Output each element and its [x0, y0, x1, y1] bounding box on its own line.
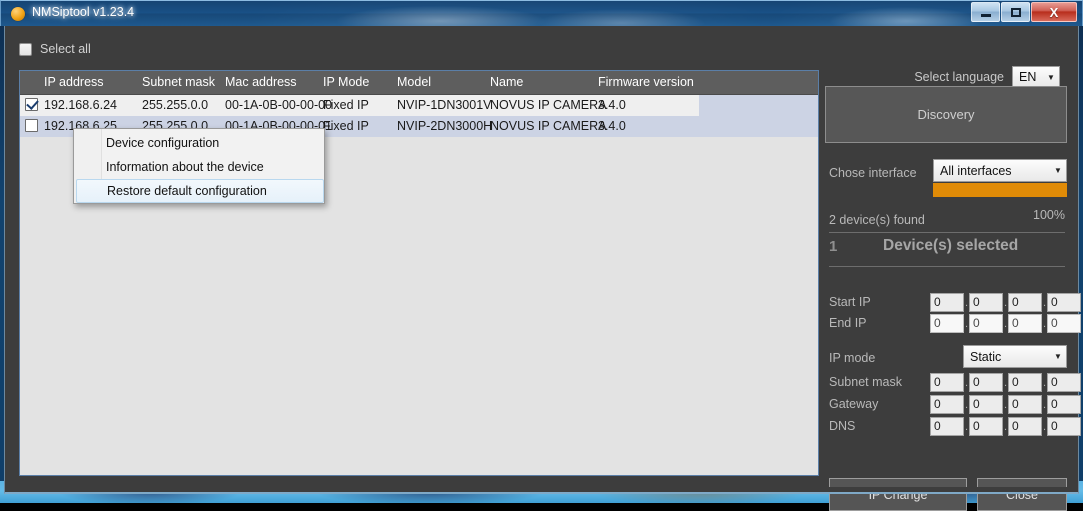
progress-percent-label: 100% [1033, 208, 1065, 222]
octet-input[interactable]: 0 [930, 417, 964, 436]
ip-mode-value: Static [964, 350, 1050, 364]
start-ip-field-group[interactable]: 0.0.0.0 [930, 293, 1081, 312]
cell-name: NOVUS IP CAMERA [490, 119, 606, 133]
table-row[interactable]: 192.168.6.24 255.255.0.0 00-1A-0B-00-00-00… [20, 95, 818, 116]
column-header-name[interactable]: Name [490, 75, 523, 89]
octet-input[interactable]: 0 [930, 373, 964, 392]
octet-input[interactable]: 0 [1008, 417, 1042, 436]
maximize-button[interactable] [1001, 2, 1030, 22]
minimize-icon [981, 14, 991, 17]
title-bar: NMSiptool v1.23.4 X [0, 0, 1083, 26]
cell-ipmode: Fixed IP [323, 119, 369, 133]
context-menu-item[interactable]: Restore default configuration [76, 179, 324, 203]
octet-input[interactable]: 0 [1047, 293, 1081, 312]
window-bottom-frame [4, 487, 1079, 494]
minimize-button[interactable] [971, 2, 1000, 22]
subnet-mask-label: Subnet mask [829, 375, 902, 389]
cell-firmware: 3.4.0 [598, 98, 626, 112]
window-controls: X [971, 2, 1077, 22]
selected-device-count: 1 [829, 238, 837, 255]
select-all-checkbox[interactable] [19, 43, 32, 56]
octet-input[interactable]: 0 [930, 395, 964, 414]
column-header-ipmode[interactable]: IP Mode [323, 75, 369, 89]
octet-input[interactable]: 0 [930, 314, 964, 333]
ip-mode-dropdown[interactable]: Static ▼ [963, 345, 1067, 368]
divider [829, 232, 1065, 233]
cell-mask: 255.255.0.0 [142, 98, 208, 112]
discovery-progress-fill [933, 183, 1067, 197]
divider [829, 266, 1065, 267]
cell-ipmode: Fixed IP [323, 98, 369, 112]
close-button[interactable]: X [1031, 2, 1077, 22]
row-checkbox[interactable] [25, 119, 38, 132]
cell-model: NVIP-2DN3000H [397, 119, 492, 133]
octet-input[interactable]: 0 [1047, 373, 1081, 392]
column-header-ip[interactable]: IP address [44, 75, 104, 89]
octet-input[interactable]: 0 [969, 293, 1003, 312]
right-control-panel: Discovery Chose interface All interfaces… [825, 70, 1067, 510]
octet-input[interactable]: 0 [1047, 417, 1081, 436]
gateway-field-group[interactable]: 0.0.0.0 [930, 395, 1081, 414]
end-ip-field-group[interactable]: 0.0.0.0 [930, 314, 1081, 333]
selected-device-label: Device(s) selected [883, 237, 1018, 255]
cell-name: NOVUS IP CAMERA [490, 98, 606, 112]
octet-input[interactable]: 0 [1008, 395, 1042, 414]
close-icon: X [1050, 6, 1059, 19]
row-checkbox[interactable] [25, 98, 38, 111]
column-header-model[interactable]: Model [397, 75, 431, 89]
cell-mac: 00-1A-0B-00-00-00 [225, 98, 332, 112]
cell-ip: 192.168.6.24 [44, 98, 117, 112]
app-icon [11, 7, 25, 21]
window-title: NMSiptool v1.23.4 [32, 5, 134, 19]
close-dialog-button[interactable]: Close [977, 478, 1067, 511]
column-header-firmware[interactable]: Firmware version [598, 75, 694, 89]
cell-model: NVIP-1DN3001V [397, 98, 492, 112]
chevron-down-icon: ▼ [1050, 166, 1066, 175]
select-all-row[interactable]: Select all [19, 42, 91, 56]
octet-input[interactable]: 0 [1047, 314, 1081, 333]
interface-dropdown[interactable]: All interfaces ▼ [933, 159, 1067, 182]
octet-input[interactable]: 0 [1008, 293, 1042, 312]
octet-input[interactable]: 0 [969, 373, 1003, 392]
discovery-button[interactable]: Discovery [825, 86, 1067, 143]
octet-input[interactable]: 0 [969, 314, 1003, 333]
subnet-mask-field-group[interactable]: 0.0.0.0 [930, 373, 1081, 392]
application-window: NMSiptool v1.23.4 X Select all Select la… [0, 0, 1083, 491]
cell-firmware: 3.4.0 [598, 119, 626, 133]
interface-value: All interfaces [934, 164, 1050, 178]
table-header: IP address Subnet mask Mac address IP Mode M… [20, 71, 818, 95]
window-client-area: Select all Select language EN ▼ IP addre… [4, 26, 1079, 487]
discovery-progress-bar [933, 183, 1067, 197]
devices-found-label: 2 device(s) found [829, 213, 925, 227]
context-menu-item[interactable]: Information about the device [76, 155, 324, 179]
octet-input[interactable]: 0 [969, 417, 1003, 436]
aero-glass-glow [1, 1, 1083, 27]
chevron-down-icon: ▼ [1050, 352, 1066, 361]
octet-input[interactable]: 0 [930, 293, 964, 312]
octet-input[interactable]: 0 [1047, 395, 1081, 414]
chose-interface-label: Chose interface [829, 166, 917, 180]
ip-mode-label: IP mode [829, 351, 875, 365]
dns-label: DNS [829, 419, 855, 433]
select-all-label: Select all [40, 42, 91, 56]
end-ip-label: End IP [829, 316, 867, 330]
maximize-icon [1011, 8, 1021, 17]
ip-change-button[interactable]: IP Change [829, 478, 967, 511]
context-menu[interactable]: Device configurationInformation about th… [73, 128, 325, 204]
octet-input[interactable]: 0 [1008, 314, 1042, 333]
column-header-mac[interactable]: Mac address [225, 75, 297, 89]
gateway-label: Gateway [829, 397, 878, 411]
column-header-mask[interactable]: Subnet mask [142, 75, 215, 89]
dns-field-group[interactable]: 0.0.0.0 [930, 417, 1081, 436]
octet-input[interactable]: 0 [969, 395, 1003, 414]
context-menu-item[interactable]: Device configuration [76, 131, 324, 155]
start-ip-label: Start IP [829, 295, 871, 309]
octet-input[interactable]: 0 [1008, 373, 1042, 392]
